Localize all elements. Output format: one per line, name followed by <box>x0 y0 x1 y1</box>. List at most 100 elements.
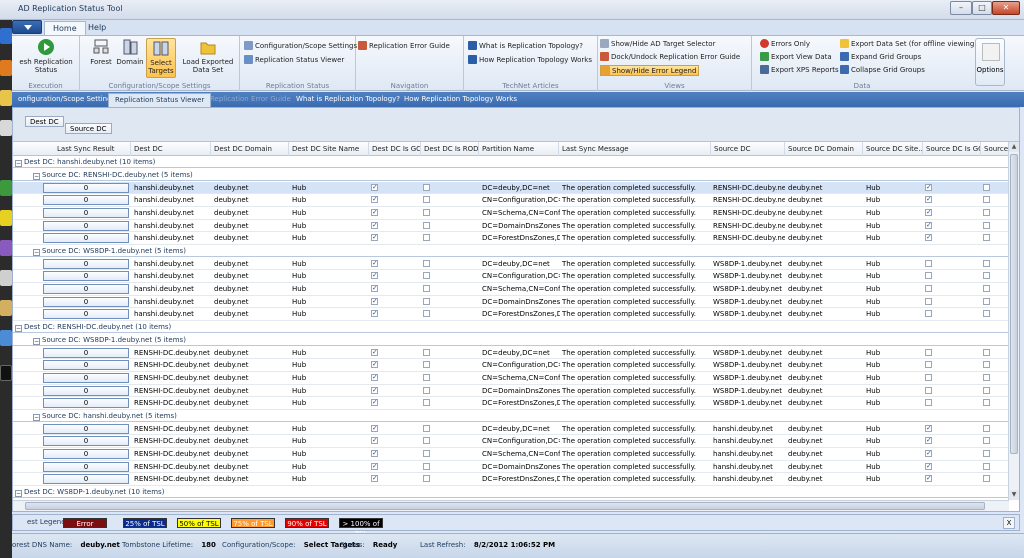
dest-gc-checkbox[interactable] <box>371 196 378 204</box>
source-gc-checkbox[interactable] <box>925 348 932 356</box>
source-gc-checkbox[interactable] <box>925 297 932 305</box>
last-sync-result[interactable]: 0 <box>43 271 129 282</box>
column-header[interactable]: Partition Name <box>479 142 559 156</box>
collapse-icon[interactable]: − <box>33 338 40 345</box>
dest-gc-checkbox[interactable] <box>371 284 378 292</box>
scroll-down-icon[interactable]: ▼ <box>1009 490 1019 500</box>
tab-replication-error-guide[interactable]: Replication Error Guide <box>204 93 297 107</box>
tab-how-topology-works[interactable]: How Replication Topology Works <box>398 93 523 107</box>
source-gc-checkbox[interactable] <box>925 272 932 280</box>
dest-rodc-checkbox[interactable] <box>423 399 430 407</box>
maximize-button[interactable]: □ <box>972 1 992 15</box>
dest-rodc-checkbox[interactable] <box>423 462 430 470</box>
collapse-icon[interactable]: − <box>15 160 22 167</box>
group-chip-dest-dc[interactable]: Dest DC <box>25 116 64 127</box>
last-sync-result[interactable]: 0 <box>43 461 129 472</box>
table-row[interactable]: 0 hanshi.deuby.net deuby.net Hub CN=Schema,C… <box>13 207 1009 220</box>
column-header[interactable]: Source DC Is GC? <box>923 142 981 156</box>
source-rodc-checkbox[interactable] <box>983 183 990 191</box>
application-menu-button[interactable] <box>12 20 42 34</box>
dest-gc-checkbox[interactable] <box>371 221 378 229</box>
source-rodc-checkbox[interactable] <box>983 373 990 381</box>
source-gc-checkbox[interactable] <box>925 437 932 445</box>
source-gc-checkbox[interactable] <box>925 310 932 318</box>
source-rodc-checkbox[interactable] <box>983 386 990 394</box>
show-hide-error-legend-button[interactable]: Show/Hide Error Legend <box>600 65 700 76</box>
dest-gc-checkbox[interactable] <box>371 259 378 267</box>
scroll-thumb[interactable] <box>1010 154 1018 454</box>
source-rodc-checkbox[interactable] <box>983 361 990 369</box>
source-rodc-checkbox[interactable] <box>983 310 990 318</box>
export-xps-reports-button[interactable]: Export XPS Reports <box>760 65 839 76</box>
table-row[interactable]: 0 RENSHI-DC.deuby.net deuby.net Hub DC=Fores… <box>13 397 1009 410</box>
legend-close-button[interactable]: X <box>1003 517 1015 529</box>
collapse-icon[interactable]: − <box>33 249 40 256</box>
source-gc-checkbox[interactable] <box>925 399 932 407</box>
dest-rodc-checkbox[interactable] <box>423 348 430 356</box>
forest-button[interactable]: Forest <box>88 38 114 78</box>
scroll-thumb[interactable] <box>25 502 985 510</box>
dest-rodc-checkbox[interactable] <box>423 297 430 305</box>
table-row[interactable]: 0 RENSHI-DC.deuby.net deuby.net Hub CN=Schem… <box>13 372 1009 385</box>
source-gc-checkbox[interactable] <box>925 449 932 457</box>
tab-replication-status-viewer[interactable]: Replication Status Viewer <box>108 93 212 107</box>
last-sync-result[interactable]: 0 <box>43 296 129 307</box>
source-rodc-checkbox[interactable] <box>983 221 990 229</box>
table-row[interactable]: 0 hanshi.deuby.net deuby.net Hub DC=ForestDn… <box>13 308 1009 321</box>
refresh-replication-status-button[interactable]: esh Replication Status <box>14 38 78 78</box>
tab-help[interactable]: Help <box>80 21 114 35</box>
table-row[interactable]: 0 hanshi.deuby.net deuby.net Hub DC=DomainDn… <box>13 296 1009 309</box>
dock-undock-guide-button[interactable]: Dock/Undock Replication Error Guide <box>600 52 740 63</box>
load-exported-data-button[interactable]: Load Exported Data Set <box>178 38 238 78</box>
dest-rodc-checkbox[interactable] <box>423 208 430 216</box>
dest-rodc-checkbox[interactable] <box>423 449 430 457</box>
select-targets-button[interactable]: Select Targets <box>146 38 176 78</box>
last-sync-result[interactable]: 0 <box>43 448 129 459</box>
dest-rodc-checkbox[interactable] <box>423 234 430 242</box>
tab-config-scope-settings[interactable]: onfiguration/Scope Settings <box>12 93 121 107</box>
column-header[interactable]: Last Sync Result <box>13 142 131 156</box>
export-view-data-button[interactable]: Export View Data <box>760 52 832 63</box>
dest-rodc-checkbox[interactable] <box>423 361 430 369</box>
source-gc-checkbox[interactable] <box>925 386 932 394</box>
dest-rodc-checkbox[interactable] <box>423 196 430 204</box>
column-header[interactable]: Dest DC <box>131 142 211 156</box>
group-row-dest[interactable]: − Dest DC: RENSHI-DC.deuby.net (10 items) <box>13 321 1009 333</box>
source-gc-checkbox[interactable] <box>925 424 932 432</box>
source-rodc-checkbox[interactable] <box>983 437 990 445</box>
what-is-topology-button[interactable]: What is Replication Topology? <box>468 41 583 52</box>
last-sync-result[interactable]: 0 <box>43 309 129 320</box>
show-hide-target-selector-button[interactable]: Show/Hide AD Target Selector <box>600 39 715 50</box>
table-row[interactable]: 0 hanshi.deuby.net deuby.net Hub CN=Configur… <box>13 194 1009 207</box>
table-row[interactable]: 0 hanshi.deuby.net deuby.net Hub CN=Configur… <box>13 270 1009 283</box>
source-rodc-checkbox[interactable] <box>983 424 990 432</box>
table-row[interactable]: 0 RENSHI-DC.deuby.net deuby.net Hub CN=Confi… <box>13 359 1009 372</box>
source-rodc-checkbox[interactable] <box>983 348 990 356</box>
source-rodc-checkbox[interactable] <box>983 449 990 457</box>
scroll-up-icon[interactable]: ▲ <box>1009 142 1019 152</box>
vertical-scrollbar[interactable]: ▲ ▼ <box>1008 142 1019 500</box>
dest-gc-checkbox[interactable] <box>371 475 378 483</box>
collapse-icon[interactable]: − <box>15 325 22 332</box>
replication-error-guide-button[interactable]: Replication Error Guide <box>358 41 450 52</box>
source-gc-checkbox[interactable] <box>925 196 932 204</box>
dest-rodc-checkbox[interactable] <box>423 221 430 229</box>
dest-gc-checkbox[interactable] <box>371 272 378 280</box>
table-row[interactable]: 0 RENSHI-DC.deuby.net deuby.net Hub DC=Domai… <box>13 385 1009 398</box>
source-rodc-checkbox[interactable] <box>983 272 990 280</box>
last-sync-result[interactable]: 0 <box>43 360 129 371</box>
last-sync-result[interactable]: 0 <box>43 474 129 485</box>
group-row-dest[interactable]: − Dest DC: WS8DP-1.deuby.net (10 items) <box>13 486 1009 498</box>
source-gc-checkbox[interactable] <box>925 234 932 242</box>
source-rodc-checkbox[interactable] <box>983 462 990 470</box>
dest-rodc-checkbox[interactable] <box>423 475 430 483</box>
table-row[interactable]: 0 hanshi.deuby.net deuby.net Hub DC=ForestDn… <box>13 232 1009 245</box>
dest-gc-checkbox[interactable] <box>371 208 378 216</box>
source-rodc-checkbox[interactable] <box>983 284 990 292</box>
collapse-icon[interactable]: − <box>33 414 40 421</box>
last-sync-result[interactable]: 0 <box>43 233 129 244</box>
table-row[interactable]: 0 hanshi.deuby.net deuby.net Hub DC=deuby,DC… <box>13 258 1009 271</box>
last-sync-result[interactable]: 0 <box>43 207 129 218</box>
table-row[interactable]: 0 RENSHI-DC.deuby.net deuby.net Hub CN=Confi… <box>13 435 1009 448</box>
source-gc-checkbox[interactable] <box>925 259 932 267</box>
